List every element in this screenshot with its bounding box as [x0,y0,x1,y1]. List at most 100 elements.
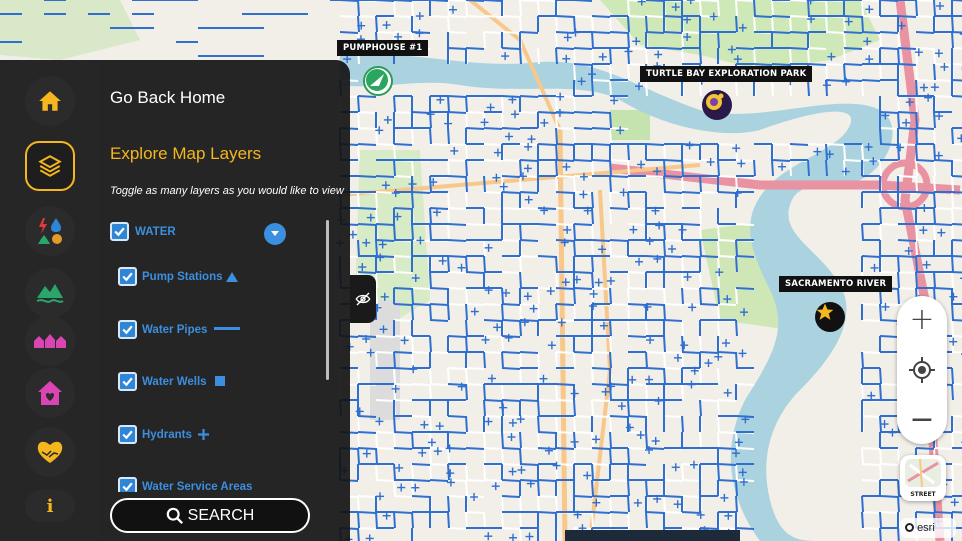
layers-icon [38,155,62,177]
hydrants-checkbox[interactable] [118,425,137,444]
water-pipe [375,511,378,529]
water-wells-checkbox[interactable] [118,372,137,391]
esri-attribution[interactable]: esri [905,522,935,534]
street [609,191,612,209]
street [717,175,737,178]
utilities-button[interactable] [25,206,75,256]
street [555,399,575,402]
street [609,415,612,433]
street [411,351,431,354]
street [861,447,864,465]
go-back-home-link[interactable]: Go Back Home [110,88,225,108]
water-pipe [429,303,449,306]
street [357,527,377,530]
street [951,207,962,210]
water-pipe [591,511,611,514]
water-service-areas-checkbox[interactable] [118,477,137,492]
street [591,511,594,529]
street [447,0,467,2]
water-pipe [465,271,485,274]
sacramento-river-marker[interactable] [815,302,845,332]
water-pipe [591,239,611,242]
water-pipe [753,0,756,17]
street [609,495,612,513]
hide-panel-button[interactable] [350,275,376,323]
water-pipe [681,255,701,258]
street [393,383,413,386]
water-pipe [555,447,575,450]
street [375,447,395,450]
water-pipe [609,175,629,178]
water-wells-label: Water Wells [142,376,207,388]
water-pipe [465,255,468,273]
water-service-areas-row: Water Service Areas [110,472,330,492]
water-group-collapse-button[interactable] [264,223,286,245]
street [357,127,377,130]
street [645,79,648,97]
street [375,351,395,354]
street [861,319,881,322]
street [807,47,810,65]
street [609,303,629,306]
street [393,367,396,385]
street [393,111,413,114]
housing-button[interactable] [25,368,75,418]
street [627,271,630,289]
water-pipe [879,0,899,2]
basemap-toggle-button[interactable]: STREET [900,455,946,501]
water-pipe [591,447,611,450]
landscape-button[interactable] [25,268,75,318]
water-pipe [357,511,377,514]
street [555,319,575,322]
water-pipe [393,351,413,354]
water-pipe [483,255,486,273]
pumphouse-marker[interactable] [363,66,393,96]
neighborhood-icon [34,334,66,348]
layers-scrollbar[interactable] [326,220,329,380]
zoom-out-button[interactable]: − [897,396,947,444]
water-pipe [897,111,900,129]
home-button[interactable] [25,76,75,126]
water-pipe [357,175,377,178]
water-pipe [429,207,432,225]
water-pipe [537,399,540,417]
water-group-checkbox[interactable] [110,222,129,241]
street [627,47,647,50]
street [699,271,702,289]
locate-icon [909,357,935,383]
street [753,47,756,65]
info-button[interactable]: i [25,490,75,522]
street [717,255,737,258]
layers-button[interactable] [25,141,75,191]
sacramento-river-label[interactable]: SACRAMENTO RIVER [779,276,893,292]
water-pipe [375,223,395,226]
street [861,479,881,482]
street [627,319,630,337]
water-pipe [519,191,539,194]
water-pipe [879,303,882,321]
water-pipe [807,63,827,66]
turtle-bay-marker[interactable] [702,90,732,120]
zoom-in-button[interactable]: + [897,296,947,344]
community-button[interactable] [25,427,75,477]
pump-stations-checkbox[interactable] [118,267,137,286]
street [627,447,647,450]
water-pipe [681,415,684,433]
street [951,319,954,337]
search-button[interactable]: SEARCH [110,498,310,533]
water-pipe [429,479,449,482]
street [501,175,504,193]
water-pipes-checkbox[interactable] [118,320,137,339]
park-area [610,110,650,140]
neighborhood-button[interactable] [25,316,75,366]
water-pipe [411,191,431,194]
street [663,479,683,482]
street [555,383,558,401]
turtle-bay-label[interactable]: TURTLE BAY EXPLORATION PARK [640,66,813,82]
street [879,159,882,177]
street [843,159,846,177]
locate-button[interactable] [897,346,947,394]
pumphouse-label[interactable]: PUMPHOUSE #1 [337,40,429,56]
check-icon [114,227,125,237]
water-pipe [519,31,539,34]
